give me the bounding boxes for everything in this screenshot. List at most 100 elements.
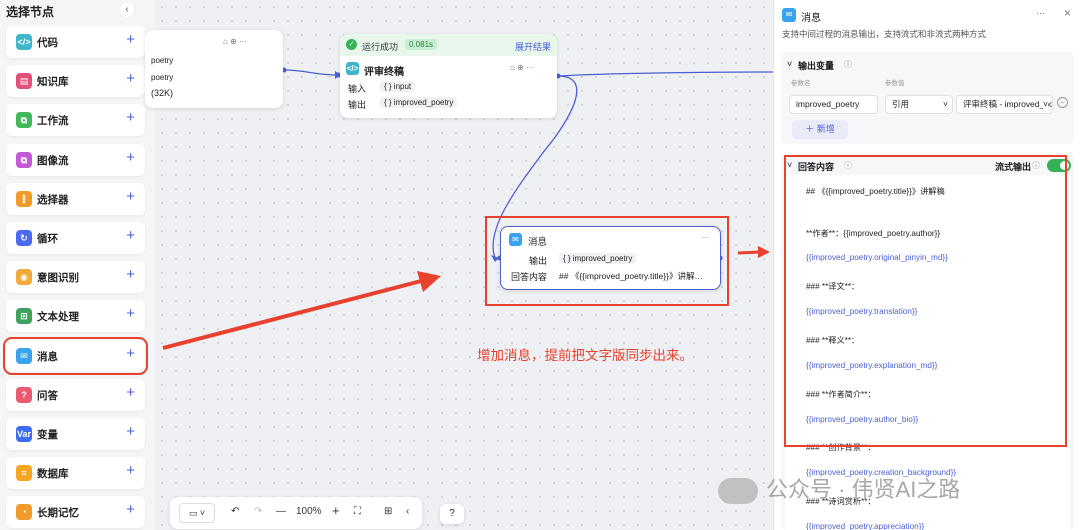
run-time-badge: 0.081s: [405, 39, 438, 50]
node-item-message[interactable]: ✉ 消息 +: [3, 336, 148, 375]
grid-icon[interactable]: ⊞: [384, 506, 392, 517]
partial-llm-node[interactable]: ⌂ ⊕ ··· poetry poetry (32K): [145, 30, 283, 108]
undo-icon[interactable]: ↶: [231, 506, 239, 517]
column-param-name: 参数名: [791, 80, 811, 87]
review-node[interactable]: ✓ 运行成功 0.081s 展开结果 </> 评审终稿 ⌂ ⊕ ··· 输入 {…: [340, 34, 557, 118]
content-line: {{improved_poetry.appreciation}}: [806, 522, 925, 530]
expand-result-link[interactable]: 展开结果: [515, 40, 551, 53]
node-title: 消息: [528, 237, 548, 248]
input-label: 输入: [348, 84, 367, 94]
message-node[interactable]: ✉ 消息 ··· 输出 { } improved_poetry 回答内容 ## …: [500, 226, 721, 290]
add-node-icon[interactable]: +: [126, 31, 135, 48]
node-item-code[interactable]: </> 代码 +: [6, 26, 145, 58]
node-item-label: 图像流: [37, 154, 69, 167]
redo-icon[interactable]: ↷: [254, 506, 262, 517]
output-chip: { } improved_poetry: [559, 253, 637, 264]
node-toolbar-icons[interactable]: ⌂ ⊕ ···: [510, 63, 534, 72]
input-chip: { } input: [380, 81, 416, 92]
add-node-icon[interactable]: +: [126, 266, 135, 283]
node-item-qa[interactable]: ? 问答 +: [6, 378, 145, 411]
node-item-label: 工作流: [37, 115, 69, 128]
workflow-icon: ⧉: [16, 112, 32, 129]
more-icon[interactable]: ···: [1036, 8, 1045, 18]
panel-title: 消息: [801, 13, 821, 24]
node-item-loop[interactable]: ↻ 循环 +: [6, 222, 145, 254]
help-icon[interactable]: ?: [440, 504, 464, 524]
node-toolbar-icons[interactable]: ⌂ ⊕ ···: [223, 37, 247, 46]
variable-icon: Var: [16, 426, 32, 442]
more-icon[interactable]: ···: [701, 233, 709, 242]
reference-value-select[interactable]: 评审终稿 - improved_poetry˅: [956, 95, 1053, 114]
node-item-workflow[interactable]: ⧉ 工作流 +: [6, 104, 145, 137]
panel-description: 支持中间过程的消息输出，支持流式和非流式两种方式: [782, 29, 987, 39]
zoom-level[interactable]: 100%: [296, 506, 322, 517]
partial-line-1: poetry: [151, 56, 174, 65]
panel-title: 选择节点: [6, 5, 55, 19]
intent-icon: ◉: [16, 269, 32, 286]
add-node-icon[interactable]: +: [126, 384, 135, 401]
device-select-icon[interactable]: ▭ ˅: [179, 503, 215, 523]
text-process-icon: ⊞: [16, 308, 32, 325]
node-item-label: 文本处理: [37, 311, 79, 324]
message-icon: ✉: [509, 233, 522, 246]
output-variables-section: ˅ 输出变量 ⓘ 参数名 参数值 improved_poetry 引用 ˅ 评审终…: [781, 52, 1074, 144]
info-icon: ⓘ: [844, 60, 852, 69]
wechat-icon: [718, 478, 758, 505]
watermark: 公众号 · 伟贤AI之路: [718, 472, 960, 505]
add-node-icon[interactable]: +: [126, 227, 135, 244]
node-item-selector[interactable]: ⫿ 选择器 +: [6, 182, 145, 215]
message-icon: ✉: [16, 347, 32, 364]
remove-icon[interactable]: −: [1057, 97, 1068, 108]
add-node-icon[interactable]: +: [126, 188, 135, 205]
partial-line-3: (32K): [151, 88, 174, 98]
properties-panel: ✉ 消息 ··· × 支持中间过程的消息输出，支持流式和非流式两种方式 ˅ 输出…: [773, 0, 1080, 530]
collapse-panel-button[interactable]: ‹: [120, 3, 134, 17]
imageflow-icon: ⧉: [16, 151, 32, 168]
node-item-label: 问答: [37, 389, 58, 402]
node-item-text-process[interactable]: ⊞ 文本处理 +: [6, 300, 145, 333]
add-variable-button[interactable]: ＋ 新增: [792, 120, 848, 139]
content-label: 回答内容: [511, 272, 548, 282]
node-item-intent[interactable]: ◉ 意图识别 +: [6, 261, 145, 294]
annotation-text: 增加消息，提前把文字版同步出来。: [477, 348, 693, 363]
qa-icon: ?: [16, 386, 32, 403]
node-item-label: 意图识别: [37, 272, 79, 285]
node-item-memory[interactable]: ◔ 长期记忆 +: [6, 496, 145, 529]
node-item-variable[interactable]: Var 变量 +: [6, 418, 145, 450]
column-param-value: 参数值: [885, 80, 905, 87]
memory-icon: ◔: [16, 504, 32, 521]
node-item-database[interactable]: ≡ 数据库 +: [6, 457, 145, 490]
zoom-out-icon[interactable]: —: [276, 506, 286, 517]
add-node-icon[interactable]: +: [126, 149, 135, 166]
message-icon: ✉: [782, 8, 796, 22]
workflow-canvas[interactable]: ⌂ ⊕ ··· poetry poetry (32K) ✓ 运行成功 0.081…: [145, 0, 773, 530]
node-item-imageflow[interactable]: ⧉ 图像流 +: [6, 143, 145, 176]
add-node-icon[interactable]: +: [126, 305, 135, 322]
knowledge-icon: ▤: [16, 73, 32, 90]
add-node-icon[interactable]: +: [126, 423, 135, 440]
add-node-icon[interactable]: +: [126, 501, 135, 518]
code-icon: </>: [346, 62, 359, 75]
add-node-icon[interactable]: +: [126, 109, 135, 126]
chevron-down-icon[interactable]: ˅: [787, 59, 792, 69]
node-item-knowledge[interactable]: ▤ 知识库 +: [6, 65, 145, 98]
fit-view-icon[interactable]: ⛶: [354, 506, 361, 517]
add-node-icon[interactable]: +: [126, 462, 135, 479]
chevron-down-icon: ˅: [1043, 96, 1048, 113]
node-item-label: 长期记忆: [37, 507, 79, 520]
add-node-icon[interactable]: +: [126, 345, 135, 362]
loop-icon: ↻: [16, 230, 32, 246]
layout-icon[interactable]: ‹: [406, 506, 409, 517]
zoom-in-icon[interactable]: +: [332, 503, 340, 518]
node-item-label: 选择器: [37, 193, 69, 206]
success-icon: ✓: [346, 39, 357, 50]
output-label: 输出: [529, 256, 548, 266]
add-node-icon[interactable]: +: [126, 70, 135, 87]
reference-type-select[interactable]: 引用 ˅: [885, 95, 953, 114]
run-status: 运行成功: [362, 42, 399, 52]
variable-name-input[interactable]: improved_poetry: [789, 95, 878, 114]
section-title: 输出变量: [798, 61, 835, 71]
node-item-label: 变量: [37, 429, 58, 441]
close-icon[interactable]: ×: [1064, 6, 1071, 20]
node-item-label: 代码: [37, 37, 58, 49]
